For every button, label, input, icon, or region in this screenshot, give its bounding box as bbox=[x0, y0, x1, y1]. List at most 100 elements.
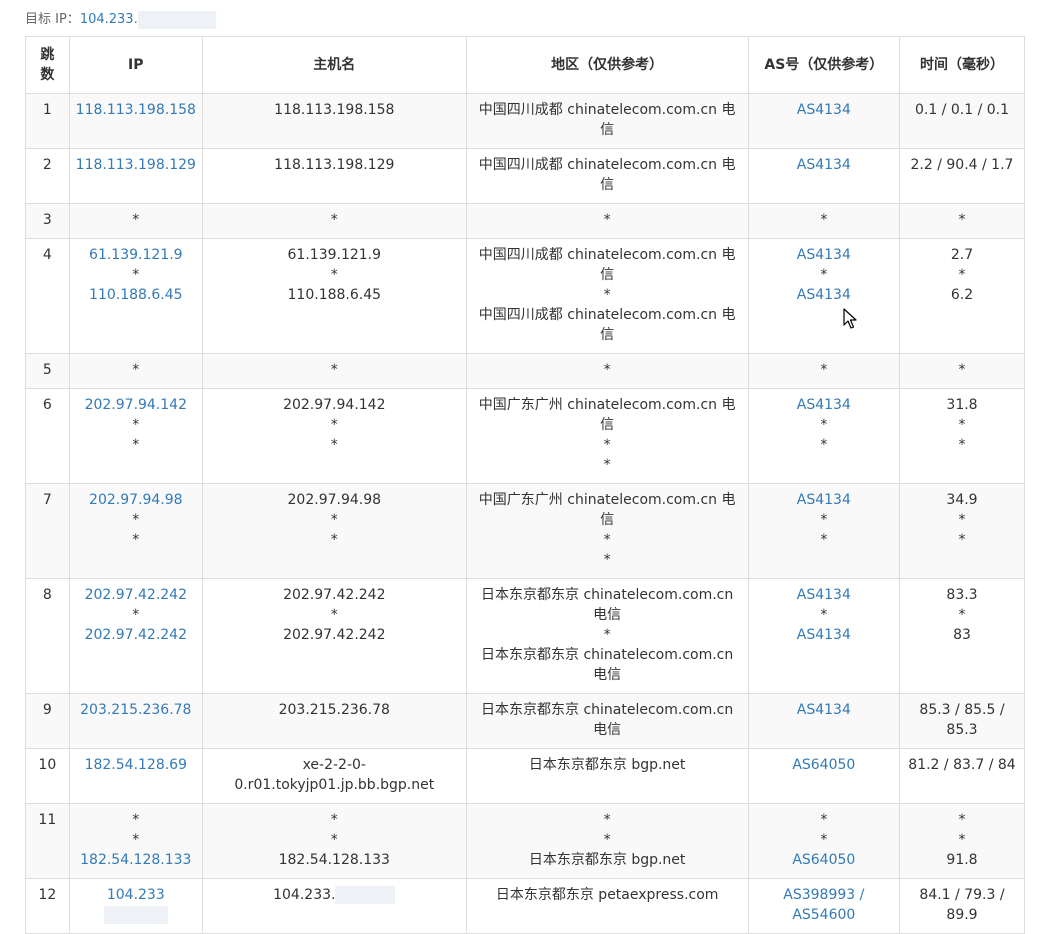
as-value[interactable]: AS4134 bbox=[755, 625, 893, 645]
hop-cell: 8 bbox=[25, 578, 70, 694]
hop-cell: 2 bbox=[25, 148, 70, 204]
as-cell: AS4134 * * bbox=[747, 483, 900, 579]
as-value[interactable]: AS4134 bbox=[755, 245, 893, 265]
ip-value[interactable]: 203.215.236.78 bbox=[76, 700, 196, 720]
region-value: 中国四川成都 chinatelecom.com.cn 电信 bbox=[478, 102, 736, 138]
time-cell: 31.8 * * bbox=[898, 388, 1026, 484]
region-value: 中国四川成都 chinatelecom.com.cn 电信 bbox=[478, 247, 736, 283]
hop-cell: 6 bbox=[25, 388, 70, 484]
ip-value: * bbox=[132, 812, 140, 828]
ip-value[interactable]: 182.54.128.69 bbox=[76, 755, 196, 775]
time-cell: 84.1 / 79.3 / 89.9 bbox=[898, 878, 1026, 934]
as-value[interactable]: AS4134 bbox=[755, 155, 893, 175]
host-cell: 118.113.198.158 bbox=[201, 93, 467, 149]
ip-value[interactable]: 202.97.42.242 bbox=[76, 585, 196, 605]
host-cell: 202.97.94.98 * * bbox=[201, 483, 467, 579]
host-value: 104.233. bbox=[273, 887, 336, 903]
time-value: * bbox=[958, 267, 966, 283]
time-cell: * bbox=[898, 203, 1026, 239]
region-cell: 中国四川成都 chinatelecom.com.cn 电信 bbox=[465, 93, 749, 149]
time-cell: * bbox=[898, 353, 1026, 389]
as-value[interactable]: AS4134 bbox=[755, 585, 893, 605]
host-cell: xe-2-2-0-0.r01.tokyjp01.jp.bb.bgp.net bbox=[201, 748, 467, 804]
region-cell: 中国广东广州 chinatelecom.com.cn 电信 * * bbox=[465, 388, 749, 484]
ip-value[interactable]: 61.139.121.9 bbox=[76, 245, 196, 265]
ip-value[interactable]: 118.113.198.158 bbox=[76, 100, 196, 120]
region-value: 日本东京都东京 chinatelecom.com.cn 电信 bbox=[481, 702, 734, 738]
region-value: 日本东京都东京 bgp.net bbox=[528, 757, 686, 773]
region-cell: 日本东京都东京 petaexpress.com bbox=[465, 878, 749, 934]
ip-value: * bbox=[132, 417, 140, 433]
as-value: * bbox=[820, 832, 828, 848]
ip-value[interactable]: 118.113.198.129 bbox=[76, 155, 196, 175]
redacted-mask bbox=[335, 886, 396, 904]
table-row: 10 182.54.128.69 xe-2-2-0-0.r01.tokyjp01.j… bbox=[25, 748, 1026, 804]
as-value: * bbox=[820, 812, 828, 828]
as-cell: AS4134 bbox=[747, 693, 900, 749]
as-cell: * * AS64050 bbox=[747, 803, 900, 879]
hop-cell: 3 bbox=[25, 203, 70, 239]
ip-value[interactable]: 182.54.128.133 bbox=[76, 850, 196, 870]
as-value[interactable]: AS4134 bbox=[755, 395, 893, 415]
time-value: * bbox=[958, 812, 966, 828]
region-value: * bbox=[603, 212, 611, 228]
time-value: * bbox=[958, 362, 966, 378]
region-value: * bbox=[603, 457, 611, 473]
host-value: * bbox=[330, 212, 338, 228]
time-value: * bbox=[958, 532, 966, 548]
as-value: * bbox=[820, 512, 828, 528]
host-value: * bbox=[330, 607, 338, 623]
time-value: 2.2 / 90.4 / 1.7 bbox=[910, 157, 1014, 173]
as-value: * bbox=[820, 437, 828, 453]
region-cell: * * 日本东京都东京 bgp.net bbox=[465, 803, 749, 879]
table-row: 4 61.139.121.9 * 110.188.6.45 61.139.121.9 * 1… bbox=[25, 238, 1026, 354]
header-region: 地区（仅供参考） bbox=[465, 36, 749, 94]
ip-cell: 61.139.121.9 * 110.188.6.45 bbox=[68, 238, 203, 354]
hop-cell: 12 bbox=[25, 878, 70, 934]
region-value: 日本东京都东京 petaexpress.com bbox=[495, 887, 719, 903]
host-value: 110.188.6.45 bbox=[287, 287, 382, 303]
table-row: 8 202.97.42.242 * 202.97.42.242 202.97.42.24… bbox=[25, 578, 1026, 694]
as-value[interactable]: AS4134 bbox=[755, 100, 893, 120]
ip-value: * bbox=[132, 362, 140, 378]
region-value: 中国广东广州 chinatelecom.com.cn 电信 bbox=[478, 397, 736, 433]
host-value: 118.113.198.158 bbox=[274, 102, 395, 118]
ip-value[interactable]: 202.97.94.98 bbox=[76, 490, 196, 510]
as-value[interactable]: AS4134 bbox=[755, 490, 893, 510]
ip-cell: 118.113.198.129 bbox=[68, 148, 203, 204]
time-value: 91.8 bbox=[946, 852, 978, 868]
time-value: * bbox=[958, 212, 966, 228]
as-value[interactable]: AS398993 / AS54600 bbox=[755, 885, 893, 925]
host-cell: * bbox=[201, 203, 467, 239]
region-cell: 日本东京都东京 bgp.net bbox=[465, 748, 749, 804]
time-value: 81.2 / 83.7 / 84 bbox=[908, 757, 1016, 773]
as-value[interactable]: AS64050 bbox=[755, 755, 893, 775]
as-value[interactable]: AS4134 bbox=[755, 285, 893, 305]
host-value: * bbox=[330, 362, 338, 378]
time-value: * bbox=[958, 437, 966, 453]
host-value: * bbox=[330, 832, 338, 848]
as-value[interactable]: AS64050 bbox=[755, 850, 893, 870]
table-row: 5 * * * * * bbox=[25, 353, 1026, 389]
region-cell: 日本东京都东京 chinatelecom.com.cn 电信 bbox=[465, 693, 749, 749]
target-ip-label: 目标 IP： bbox=[25, 12, 80, 27]
ip-value[interactable]: 110.188.6.45 bbox=[76, 285, 196, 305]
host-value: * bbox=[330, 437, 338, 453]
as-value: * bbox=[820, 532, 828, 548]
ip-value[interactable]: 202.97.42.242 bbox=[76, 625, 196, 645]
host-value: xe-2-2-0-0.r01.tokyjp01.jp.bb.bgp.net bbox=[234, 757, 435, 793]
ip-value: * bbox=[132, 832, 140, 848]
time-value: 85.3 / 85.5 / 85.3 bbox=[919, 702, 1005, 738]
as-value: * bbox=[820, 267, 828, 283]
ip-value[interactable]: 104.233 bbox=[107, 887, 165, 903]
host-cell: 118.113.198.129 bbox=[201, 148, 467, 204]
time-value: 84.1 / 79.3 / 89.9 bbox=[919, 887, 1005, 923]
ip-cell: * * 182.54.128.133 bbox=[68, 803, 203, 879]
time-value: * bbox=[958, 512, 966, 528]
as-value[interactable]: AS4134 bbox=[755, 700, 893, 720]
host-value: 202.97.94.98 bbox=[287, 492, 382, 508]
table-row: 11 * * 182.54.128.133 * * 182.54.128.133 * * 日本东京… bbox=[25, 803, 1026, 879]
target-ip-value[interactable]: 104.233. bbox=[80, 12, 138, 27]
ip-cell: 104.233 bbox=[68, 878, 203, 934]
ip-value[interactable]: 202.97.94.142 bbox=[76, 395, 196, 415]
